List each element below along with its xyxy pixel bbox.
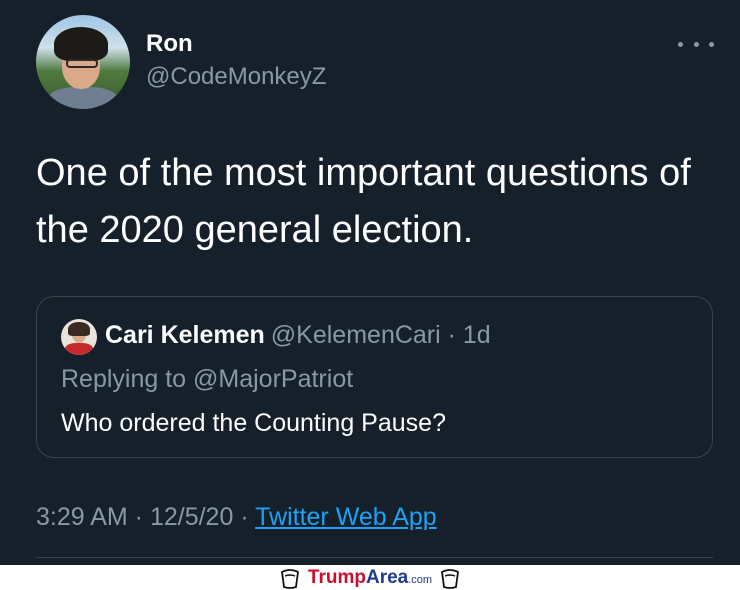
watermark-area: Area: [365, 566, 409, 588]
divider: [36, 557, 713, 558]
meta-separator: ·: [233, 503, 256, 531]
avatar-shirt: [48, 87, 118, 109]
user-handle[interactable]: @CodeMonkeyZ: [146, 63, 326, 91]
quoted-user-avatar[interactable]: [61, 319, 97, 355]
quoted-replying-to: Replying to @MajorPatriot: [61, 365, 354, 393]
quoted-user-name[interactable]: Cari Kelemen: [105, 321, 265, 349]
avatar-glasses: [66, 59, 98, 68]
quoted-tweet[interactable]: Cari Kelemen @KelemenCari · 1d Replying t…: [36, 296, 713, 458]
quoted-user-handle[interactable]: @KelemenCari: [271, 321, 441, 349]
tweet-meta: 3:29 AM · 12/5/20 · Twitter Web App: [36, 503, 437, 532]
watermark-trump: Trump: [307, 566, 366, 588]
user-avatar[interactable]: [36, 15, 130, 109]
quoted-tweet-header: Cari Kelemen @KelemenCari · 1d: [105, 321, 491, 350]
tweet-time[interactable]: 3:29 AM: [36, 503, 128, 531]
user-display-name[interactable]: Ron: [146, 30, 193, 58]
watermark-com: .com: [408, 573, 433, 586]
cup-icon: [441, 568, 460, 589]
source-app-link[interactable]: Twitter Web App: [255, 503, 437, 531]
quoted-tweet-text: Who ordered the Counting Pause?: [61, 409, 446, 437]
more-dots-icon: [693, 41, 699, 47]
meta-separator: ·: [127, 503, 150, 531]
more-dots-icon: [709, 41, 714, 47]
avatar-hair: [54, 27, 108, 61]
tweet-card: Ron @CodeMonkeyZ One of the most importa…: [0, 0, 740, 565]
tweet-text: One of the most important questions of t…: [36, 152, 691, 251]
quoted-separator: ·: [440, 321, 463, 349]
more-dots-icon: [678, 41, 683, 47]
quoted-avatar-shirt: [65, 343, 93, 355]
tweet-date[interactable]: 12/5/20: [150, 503, 233, 531]
quoted-avatar-hair: [68, 322, 90, 336]
more-options-button[interactable]: [678, 34, 714, 54]
watermark-logo: TrumpArea.com: [308, 567, 432, 589]
cup-icon: [280, 568, 299, 589]
quoted-time[interactable]: 1d: [463, 321, 491, 349]
watermark: TrumpArea.com: [0, 565, 740, 590]
